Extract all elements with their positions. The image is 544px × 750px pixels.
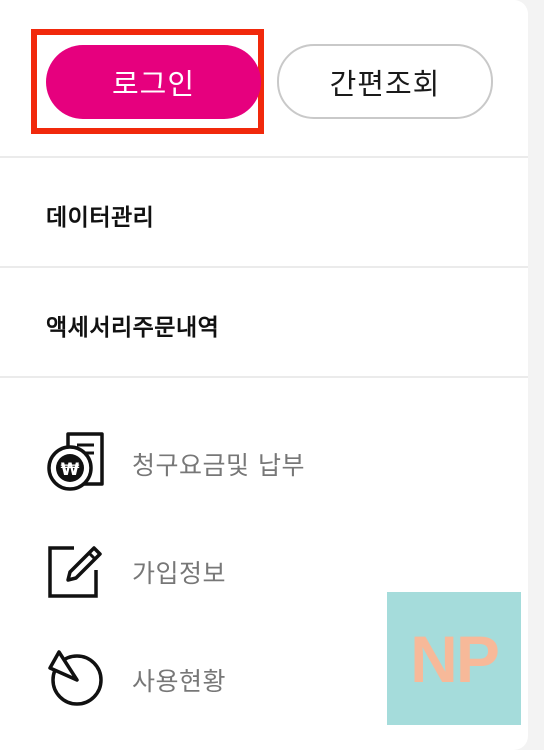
quick-lookup-button[interactable]: 간편조회: [277, 44, 493, 119]
divider: [0, 266, 528, 268]
menu-item-accessory-orders[interactable]: 액세서리주문내역: [46, 308, 219, 342]
menu-label-usage-status: 사용현황: [132, 667, 227, 696]
side-menu-panel: 로그인 간편조회 데이터관리 액세서리주문내역 ₩ 청구요금및 납부 가입정보: [0, 0, 528, 750]
bill-payment-icon: ₩: [47, 432, 104, 491]
usage-pie-icon: [48, 650, 103, 706]
menu-item-bill-payment[interactable]: ₩ 청구요금및 납부: [0, 422, 528, 502]
watermark-logo: NP: [387, 592, 521, 725]
svg-text:₩: ₩: [61, 460, 80, 480]
menu-label-bill-payment: 청구요금및 납부: [132, 451, 305, 480]
login-button[interactable]: 로그인: [46, 45, 261, 119]
divider: [0, 156, 528, 158]
menu-label-subscription-info: 가입정보: [132, 559, 227, 588]
menu-item-data-management[interactable]: 데이터관리: [46, 198, 154, 232]
divider: [0, 376, 528, 378]
watermark-text: NP: [410, 621, 500, 696]
edit-icon: [48, 546, 102, 598]
